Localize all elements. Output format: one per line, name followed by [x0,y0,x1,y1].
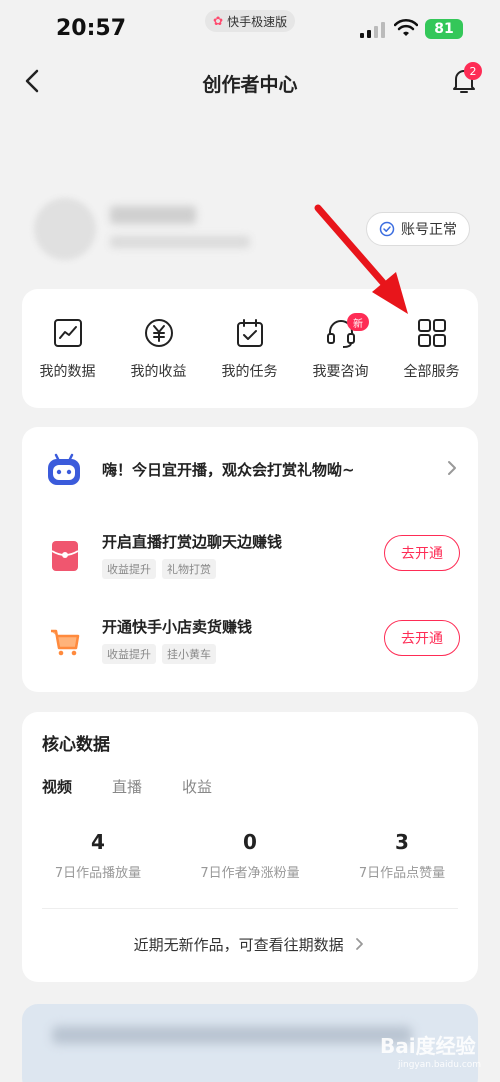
metric-value: 4 [91,830,105,854]
service-label: 我的数据 [39,364,96,380]
service-label: 我的收益 [130,364,187,380]
avatar[interactable] [34,198,96,260]
profile-section: 账号正常 [0,170,500,280]
task-tag: 挂小黄车 [162,644,216,664]
task-row: 开启直播打赏边聊天边赚钱 收益提升 礼物打赏 去开通 [22,529,478,589]
divider [42,908,458,909]
metric-followers: 0 7日作者净涨粉量 [174,830,326,881]
metric-value: 3 [395,830,409,854]
username-blurred [110,206,196,224]
tasks-card: 嗨！今日宜开播，观众会打赏礼物呦~ 开启直播打赏边聊天边赚钱 收益提升 礼物打赏… [22,427,478,692]
service-my-tasks[interactable]: 我的任务 [204,317,295,381]
signal-icon [360,22,385,38]
watermark-brand: Bai度经验 [380,1034,476,1058]
metric-label: 7日作品播放量 [54,866,142,881]
new-badge: 新 [347,313,369,331]
tab-earnings[interactable]: 收益 [182,776,212,797]
check-circle-icon [379,221,395,237]
robot-icon [48,453,80,485]
services-card: 我的数据 我的收益 我的任务 新 我要咨询 全部服务 [22,289,478,408]
task-title: 开启直播打赏边聊天边赚钱 [102,533,283,551]
metric-value: 0 [243,830,257,854]
service-label: 我要咨询 [312,364,369,380]
user-info-blurred [110,236,250,248]
metric-label: 7日作品点赞量 [358,866,446,881]
nav-bar: 创作者中心 2 [0,58,500,108]
task-tags: 收益提升 礼物打赏 [102,559,216,579]
task-tag: 礼物打赏 [162,559,216,579]
metric-label: 7日作者净涨粉量 [200,866,300,881]
core-data-card: 核心数据 视频 直播 收益 4 7日作品播放量 0 7日作者净涨粉量 3 7日作… [22,712,478,982]
page-title: 创作者中心 [202,74,298,96]
task-title: 开通快手小店卖货赚钱 [102,618,253,636]
wifi-icon [394,18,418,36]
chevron-right-icon [356,938,364,950]
task-tags: 收益提升 挂小黄车 [102,644,216,664]
notification-badge: 2 [464,62,482,80]
past-data-link[interactable]: 近期无新作品，可查看往期数据 [22,934,478,955]
past-data-label: 近期无新作品，可查看往期数据 [133,936,344,954]
open-live-button[interactable]: 去开通 [384,535,460,571]
metric-likes: 3 7日作品点赞量 [326,830,478,881]
open-store-button[interactable]: 去开通 [384,620,460,656]
battery-level: 81 [434,21,454,37]
grid-icon [417,319,446,347]
app-pill[interactable]: ✿ 快手极速版 [205,10,296,32]
watermark-url: jingyan.baidu.com [398,1060,482,1070]
service-label: 我的任务 [221,364,278,380]
battery-indicator: 81 [425,19,463,39]
service-label: 全部服务 [403,364,460,380]
task-tag: 收益提升 [102,644,156,664]
service-consult[interactable]: 新 我要咨询 [295,313,386,381]
service-my-earnings[interactable]: 我的收益 [113,317,204,381]
yuan-icon [144,319,173,347]
status-bar: 20:57 ✿ 快手极速版 81 [0,0,500,58]
app-pill-label: 快手极速版 [227,14,288,29]
shopping-cart-icon [51,629,80,656]
service-all[interactable]: 全部服务 [386,317,477,381]
red-envelope-icon [51,541,79,571]
chevron-right-icon [448,461,456,475]
live-banner[interactable]: 嗨！今日宜开播，观众会打赏礼物呦~ [22,447,478,491]
metric-plays: 4 7日作品播放量 [22,830,174,881]
app-logo-icon: ✿ [213,14,224,28]
calendar-check-icon [236,319,263,347]
banner-text: 嗨！今日宜开播，观众会打赏礼物呦~ [102,461,355,479]
account-status-label: 账号正常 [401,222,457,238]
account-status-badge[interactable]: 账号正常 [366,212,470,246]
core-data-title: 核心数据 [42,735,110,755]
tab-video[interactable]: 视频 [42,776,72,797]
task-tag: 收益提升 [102,559,156,579]
banner-content-blurred [52,1026,412,1044]
task-row: 开通快手小店卖货赚钱 收益提升 挂小黄车 去开通 [22,614,478,674]
status-time: 20:57 [56,16,127,41]
tab-live[interactable]: 直播 [112,776,142,797]
chart-icon [53,319,82,347]
service-my-data[interactable]: 我的数据 [22,317,113,381]
